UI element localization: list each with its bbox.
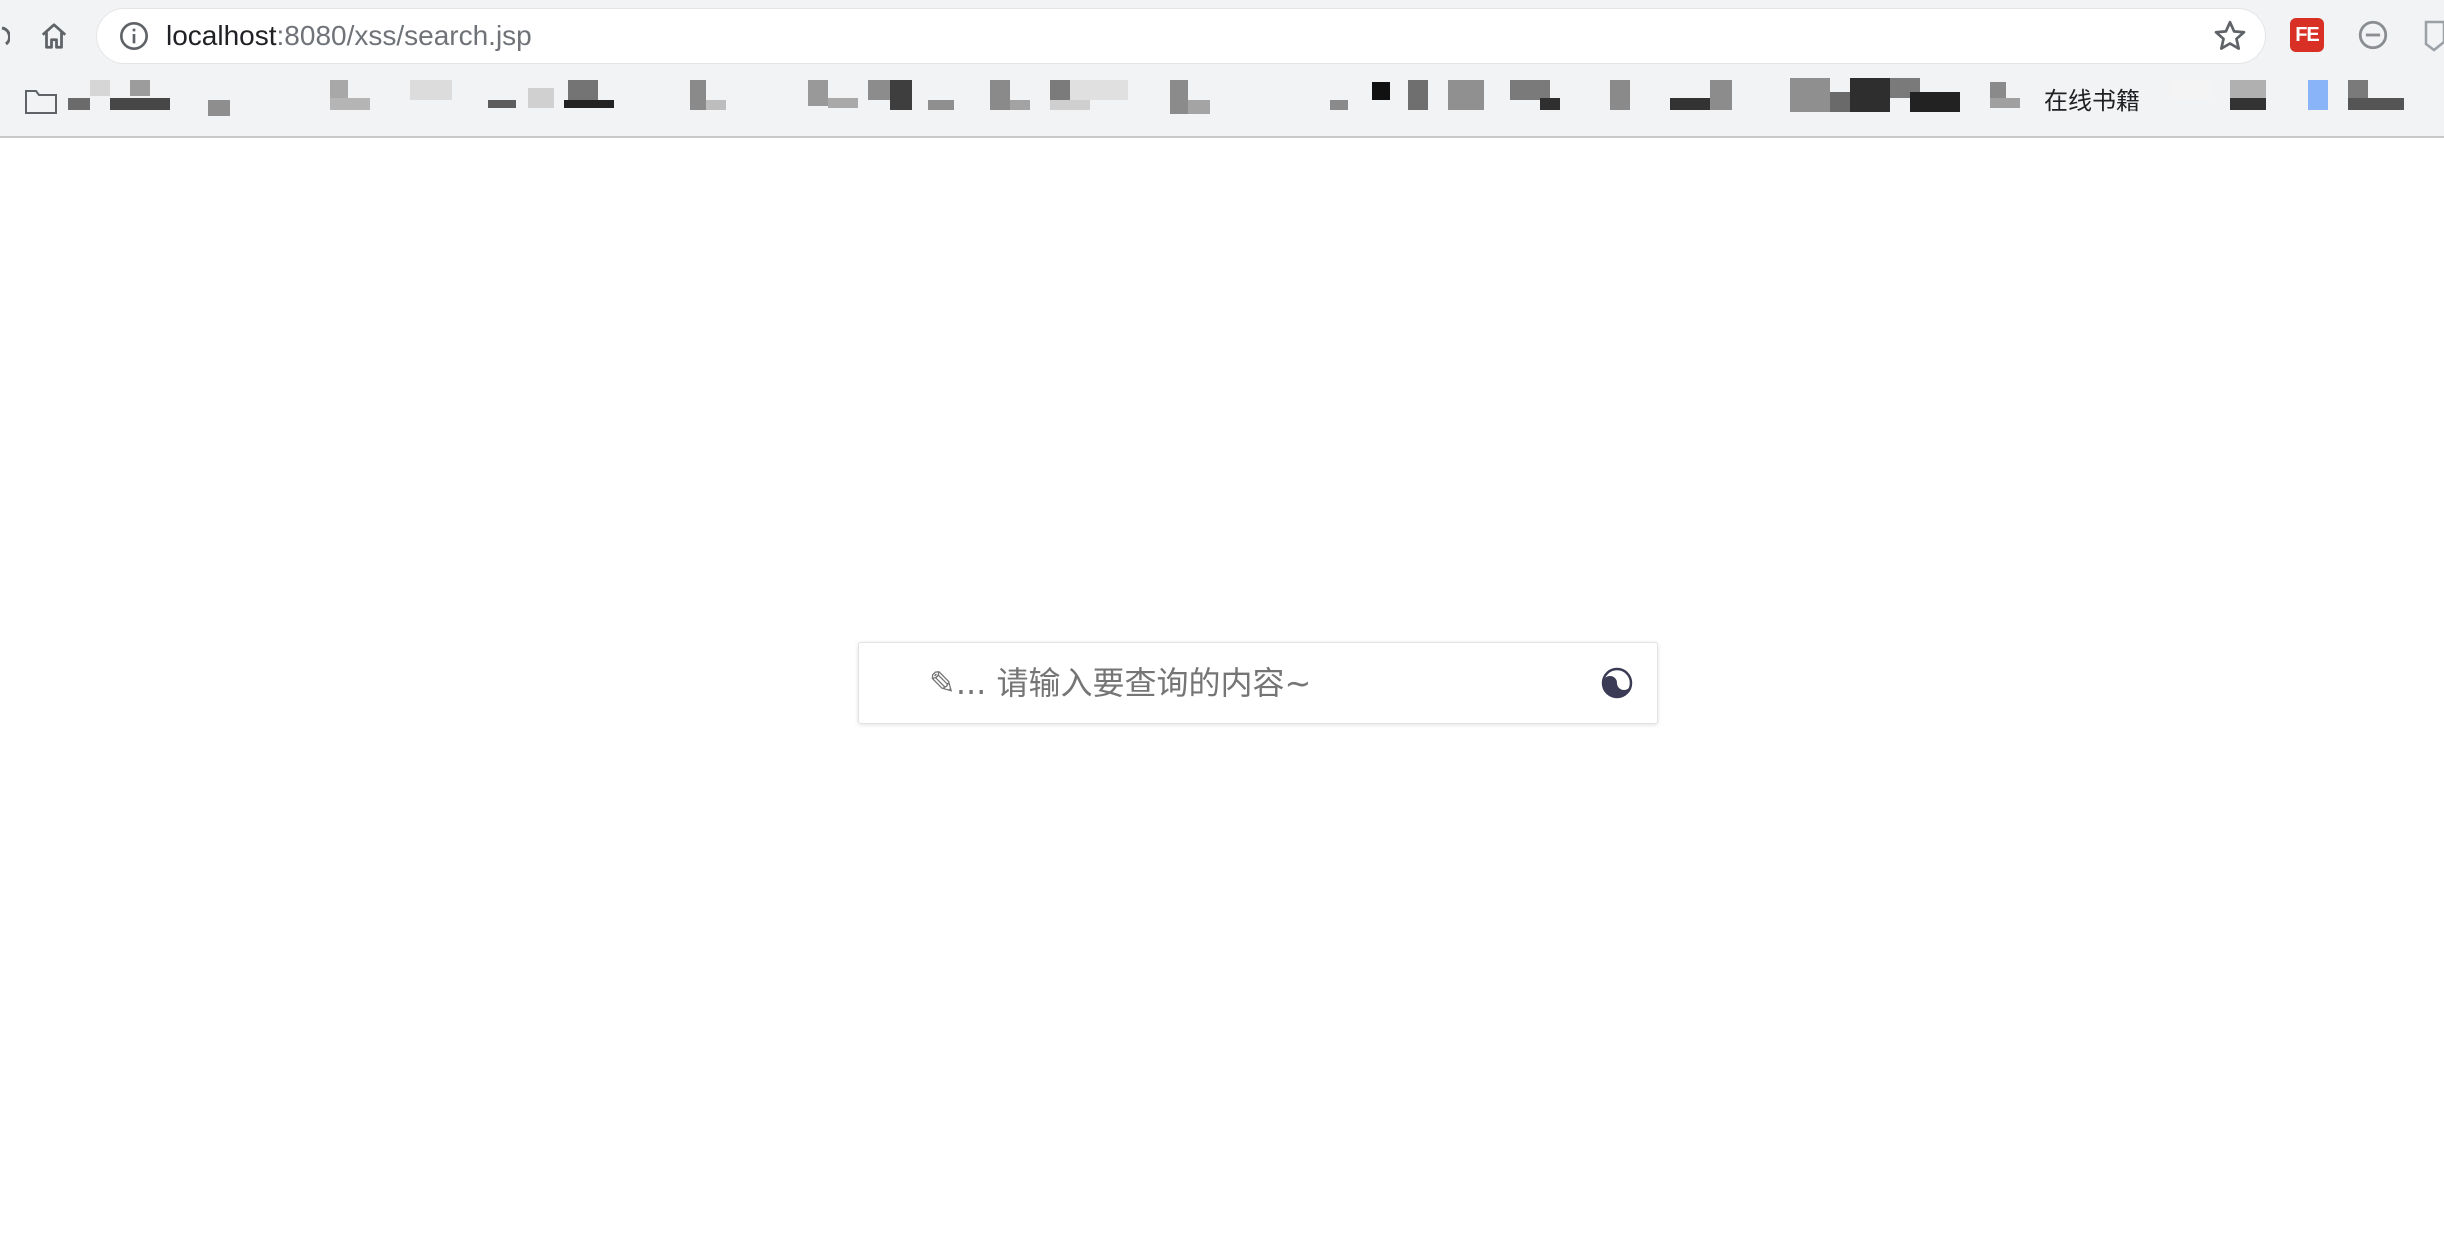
bookmark-item-redacted[interactable]: [330, 80, 370, 110]
bookmark-item-label[interactable]: 在线书籍: [2044, 86, 2140, 116]
url-path: :8080/xss/search.jsp: [276, 20, 532, 51]
bookmark-item-redacted[interactable]: [2170, 80, 2270, 110]
bookmark-item-redacted[interactable]: [990, 80, 1040, 110]
bookmark-item-redacted[interactable]: [690, 80, 726, 110]
bookmark-item-redacted[interactable]: [808, 80, 968, 110]
bookmark-item-redacted[interactable]: [1790, 78, 1970, 112]
bookmark-item-redacted[interactable]: [410, 80, 452, 100]
browser-chrome: localhost:8080/xss/search.jsp FE 在线书籍: [0, 0, 2444, 138]
yin-yang-icon[interactable]: [1601, 667, 1633, 699]
minus-circle-icon[interactable]: [2356, 18, 2390, 52]
bookmark-item-redacted[interactable]: [208, 100, 230, 116]
home-button[interactable]: [30, 14, 78, 58]
reload-icon: [1, 26, 11, 46]
bookmark-item-redacted[interactable]: [1990, 82, 2020, 108]
star-icon[interactable]: [2212, 18, 2248, 54]
fe-extension-icon[interactable]: FE: [2290, 18, 2324, 52]
info-icon[interactable]: [118, 20, 150, 52]
bookmark-item-redacted[interactable]: [1170, 80, 1210, 114]
search-box: [858, 642, 1658, 724]
bookmarks-bar: 在线书籍: [0, 72, 2444, 136]
bookmark-item-redacted[interactable]: [1050, 80, 1130, 110]
bookmark-item-redacted[interactable]: [1610, 80, 1780, 110]
shield-icon[interactable]: [2422, 18, 2444, 52]
bookmark-item-redacted[interactable]: [68, 80, 170, 110]
reload-button-edge[interactable]: [0, 18, 11, 54]
search-input[interactable]: [929, 643, 1569, 723]
home-icon: [41, 23, 67, 49]
url-host: localhost: [166, 20, 277, 51]
browser-toolbar: localhost:8080/xss/search.jsp FE: [0, 0, 2444, 70]
folder-icon[interactable]: [24, 86, 58, 116]
bookmark-item-redacted[interactable]: [2308, 80, 2444, 110]
url-text[interactable]: localhost:8080/xss/search.jsp: [166, 8, 532, 64]
address-bar[interactable]: localhost:8080/xss/search.jsp: [96, 8, 2266, 64]
bookmark-item-redacted[interactable]: [1330, 80, 1570, 110]
bookmark-item-redacted[interactable]: [488, 80, 648, 110]
